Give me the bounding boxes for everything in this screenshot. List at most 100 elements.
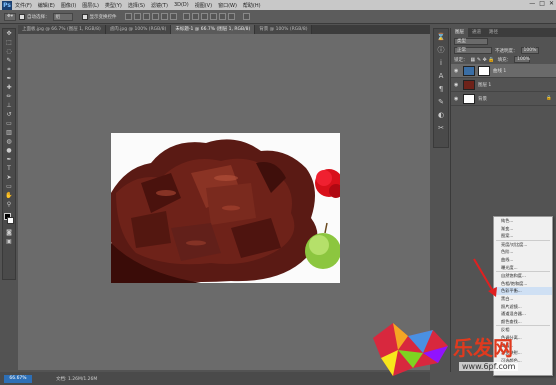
layer-row[interactable]: ◉ 图层 1 [451, 78, 556, 92]
dodge-tool-icon[interactable]: ● [3, 147, 15, 155]
history-icon[interactable]: ⌛ [435, 32, 447, 42]
adjustments-icon[interactable]: ◐ [435, 110, 447, 120]
zoom-level[interactable]: 66.67% [4, 374, 32, 383]
minimize-button[interactable]: — [529, 0, 535, 7]
menu-window[interactable]: 窗口(W) [218, 2, 237, 9]
menu-item-curves[interactable]: 曲线... [494, 256, 552, 264]
distribute-vcenter-icon[interactable] [191, 13, 199, 20]
menu-image[interactable]: 图像(I) [61, 2, 76, 9]
layer-row[interactable]: ◉ 曲线 1 [451, 64, 556, 78]
menu-item-levels[interactable]: 色阶... [494, 248, 552, 256]
pen-tool-icon[interactable]: ✒ [3, 156, 15, 164]
layer-mask-thumb [478, 65, 490, 76]
distribute-bottom-icon[interactable] [200, 13, 208, 20]
blur-tool-icon[interactable]: ◍ [3, 138, 15, 146]
tab-paths[interactable]: 路径 [485, 28, 502, 37]
menu-item-brightness-contrast[interactable]: 亮度/对比度... [494, 241, 552, 249]
menu-item-photo-filter[interactable]: 照片滤镜... [494, 303, 552, 311]
document-tab[interactable]: 上面板.jpg @ 66.7% (图层 1, RGB/8) [18, 25, 106, 34]
menu-item-black-white[interactable]: 黑白... [494, 295, 552, 303]
opacity-field[interactable]: 100% [520, 47, 539, 54]
menu-item-channel-mixer[interactable]: 通道混合器... [494, 310, 552, 318]
gradient-tool-icon[interactable]: ▥ [3, 129, 15, 137]
color-swatches-icon[interactable] [3, 210, 15, 228]
shape-tool-icon[interactable]: ▭ [3, 183, 15, 191]
info-icon[interactable]: i [435, 58, 447, 68]
show-transform-checkbox[interactable] [81, 13, 88, 20]
lock-icons[interactable]: ▦ ✎ ✥ 🔒 [471, 57, 495, 63]
menu-select[interactable]: 选择(S) [128, 2, 145, 9]
menu-view[interactable]: 视图(V) [195, 2, 212, 9]
menu-edit[interactable]: 编辑(E) [38, 2, 55, 9]
align-top-icon[interactable] [124, 13, 132, 20]
layer-row[interactable]: ◉ 背景 🔒 [451, 92, 556, 106]
menu-item-color-balance[interactable]: 色彩平衡... [494, 287, 552, 295]
layer-name[interactable]: 背景 [478, 96, 487, 102]
align-hcenter-icon[interactable] [160, 13, 168, 20]
marquee-tool-icon[interactable]: ⬚ [3, 39, 15, 47]
distribute-left-icon[interactable] [209, 13, 217, 20]
auto-select-dropdown[interactable]: 组 [52, 12, 73, 21]
menu-file[interactable]: 文件(F) [15, 2, 32, 9]
eraser-tool-icon[interactable]: ▭ [3, 120, 15, 128]
distribute-top-icon[interactable] [182, 13, 190, 20]
distribute-hcenter-icon[interactable] [218, 13, 226, 20]
maximize-button[interactable]: □ [539, 0, 545, 7]
type-tool-icon[interactable]: T [3, 165, 15, 173]
document-info[interactable]: 文档: 1.26M/1.26M [56, 376, 97, 382]
menu-item-exposure[interactable]: 曝光度... [494, 264, 552, 272]
move-tool-icon[interactable]: ✥ [3, 30, 15, 38]
blend-mode-dropdown[interactable]: 正常 [454, 47, 492, 54]
layer-name[interactable]: 图层 1 [478, 82, 491, 88]
close-button[interactable]: ✕ [549, 0, 554, 7]
menu-item-solid-color[interactable]: 纯色... [494, 217, 552, 225]
layer-name[interactable]: 曲线 1 [493, 68, 506, 74]
align-left-icon[interactable] [151, 13, 159, 20]
visibility-eye-icon[interactable]: ◉ [454, 96, 460, 102]
menu-help[interactable]: 帮助(H) [243, 2, 261, 9]
brush-icon[interactable]: ✎ [435, 97, 447, 107]
zoom-tool-icon[interactable]: ⚲ [3, 201, 15, 209]
menu-3d[interactable]: 3D(D) [174, 2, 189, 8]
auto-align-icon[interactable] [242, 13, 250, 20]
document-image[interactable] [111, 133, 340, 283]
distribute-right-icon[interactable] [227, 13, 235, 20]
menu-type[interactable]: 类型(Y) [105, 2, 122, 9]
tab-channels[interactable]: 通道 [468, 28, 485, 37]
menu-item-vibrance[interactable]: 自然饱和度... [494, 272, 552, 280]
fill-field[interactable]: 100% [514, 56, 531, 63]
path-select-tool-icon[interactable]: ➤ [3, 174, 15, 182]
lasso-tool-icon[interactable]: ◌ [3, 48, 15, 56]
tools-icon[interactable]: ✂ [435, 123, 447, 133]
tab-layers[interactable]: 图层 [451, 28, 468, 37]
quick-select-tool-icon[interactable]: ✎ [3, 57, 15, 65]
healing-tool-icon[interactable]: ✚ [3, 84, 15, 92]
align-bottom-icon[interactable] [142, 13, 150, 20]
menu-item-hue-saturation[interactable]: 色相/饱和度... [494, 280, 552, 288]
crop-tool-icon[interactable]: ⌗ [3, 66, 15, 74]
auto-select-checkbox[interactable] [19, 13, 26, 20]
menu-layer[interactable]: 图层(L) [82, 2, 99, 9]
visibility-eye-icon[interactable]: ◉ [454, 68, 460, 74]
stamp-tool-icon[interactable]: ⊥ [3, 102, 15, 110]
menu-item-pattern[interactable]: 图案... [494, 232, 552, 240]
history-brush-icon[interactable]: ↺ [3, 111, 15, 119]
paragraph-icon[interactable]: ¶ [435, 84, 447, 94]
visibility-eye-icon[interactable]: ◉ [454, 82, 460, 88]
document-tab-active[interactable]: 未标题-1 @ 66.7% (图层 1, RGB/8) [171, 25, 256, 34]
align-vcenter-icon[interactable] [133, 13, 141, 20]
eyedropper-tool-icon[interactable]: ✒ [3, 75, 15, 83]
document-tab[interactable]: 背景 @ 100% (RGB/8) [255, 25, 313, 34]
hand-tool-icon[interactable]: ✋ [3, 192, 15, 200]
document-tab[interactable]: 卤肉.jpg @ 100% (RGB/8) [105, 25, 172, 34]
menu-item-gradient[interactable]: 渐变... [494, 225, 552, 233]
move-tool-preset[interactable]: ✥▾ [4, 12, 17, 21]
character-icon[interactable]: A [435, 71, 447, 81]
brush-tool-icon[interactable]: ✏ [3, 93, 15, 101]
menu-filter[interactable]: 滤镜(T) [151, 2, 168, 9]
quick-mask-icon[interactable]: ◙ [3, 229, 15, 237]
properties-icon[interactable]: ⓘ [435, 45, 447, 55]
layer-kind-filter[interactable]: 类型 [454, 38, 488, 45]
align-right-icon[interactable] [169, 13, 177, 20]
screen-mode-icon[interactable]: ▣ [3, 238, 15, 246]
